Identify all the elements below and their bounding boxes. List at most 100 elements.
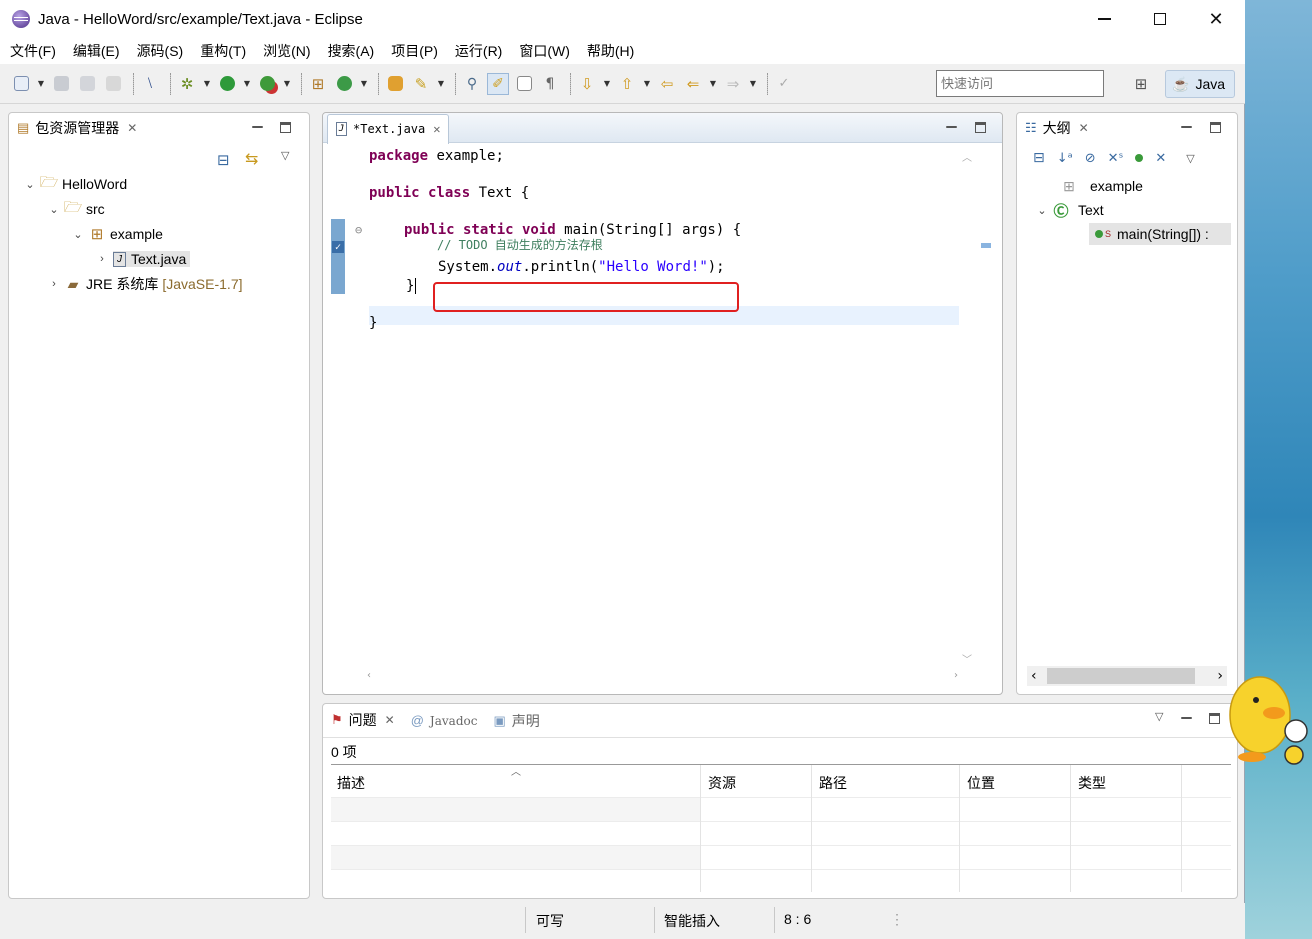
chevron-right-icon[interactable]: › — [47, 278, 61, 290]
run-dropdown-icon[interactable]: ▼ — [242, 73, 252, 95]
hide-local-types-icon[interactable]: ✕ — [1155, 151, 1166, 166]
previous-annotation-button[interactable]: ⇧ — [616, 73, 638, 95]
print-button[interactable] — [102, 73, 124, 95]
minimize-pane-button[interactable] — [250, 121, 264, 133]
sort-icon[interactable]: ↓ᵃ — [1057, 151, 1073, 166]
save-all-button[interactable] — [76, 73, 98, 95]
last-edit-button[interactable]: ⇦ — [656, 73, 678, 95]
scroll-up-icon[interactable]: ︿ — [962, 149, 972, 164]
tree-item-project[interactable]: ⌄ 🗁 HelloWord — [23, 173, 127, 195]
view-menu-icon[interactable]: ▽ — [1155, 710, 1163, 723]
save-button[interactable] — [50, 73, 72, 95]
external-tools-button[interactable] — [256, 73, 278, 95]
scroll-thumb[interactable] — [1047, 668, 1195, 684]
outline-item-package[interactable]: ⊞ example — [1061, 175, 1143, 197]
tree-item-file[interactable]: › J Text.java — [95, 248, 191, 270]
forward-dropdown-icon[interactable]: ▼ — [748, 73, 758, 95]
block-selection-button[interactable] — [513, 73, 535, 95]
back-dropdown-icon[interactable]: ▼ — [708, 73, 718, 95]
view-menu-icon[interactable]: ▽ — [1186, 152, 1194, 165]
problems-table[interactable]: 描述 ︿ 资源 路径 位置 类型 — [331, 764, 1231, 892]
minimize-button[interactable] — [1076, 0, 1132, 38]
scroll-down-icon[interactable]: ﹀ — [962, 651, 972, 666]
new-button[interactable] — [10, 73, 32, 95]
scroll-right-icon[interactable]: › — [954, 670, 958, 682]
mark-occurrences-button[interactable]: ✐ — [487, 72, 509, 95]
next-annotation-dropdown-icon[interactable]: ▼ — [602, 73, 612, 95]
menu-source[interactable]: 源码(S) — [137, 41, 184, 61]
close-tab-icon[interactable]: ✕ — [433, 122, 440, 136]
scroll-left-icon[interactable]: ‹ — [367, 670, 371, 682]
menu-help[interactable]: 帮助(H) — [587, 41, 634, 61]
skip-breakpoints-button[interactable]: ⧵ — [139, 73, 161, 95]
menu-refactor[interactable]: 重构(T) — [200, 41, 246, 61]
editor-vertical-scrollbar[interactable]: ︿ ﹀ — [962, 149, 974, 666]
tree-item-src[interactable]: ⌄ 🗁 src — [47, 198, 104, 220]
tab-javadoc[interactable]: @ Javadoc — [403, 707, 486, 735]
debug-dropdown-icon[interactable]: ▼ — [202, 73, 212, 95]
pin-editor-button[interactable]: ✓ — [773, 73, 795, 95]
tab-text-java[interactable]: J *Text.java ✕ — [327, 113, 450, 144]
close-button[interactable]: ✕ — [1188, 0, 1244, 38]
debug-button[interactable]: ✲ — [176, 73, 198, 95]
close-tab-icon[interactable]: ✕ — [127, 121, 137, 135]
hide-non-public-icon[interactable] — [1135, 154, 1144, 162]
maximize-pane-button[interactable] — [278, 121, 292, 133]
new-package-button[interactable]: ⊞ — [307, 73, 329, 95]
column-divider[interactable] — [811, 765, 812, 892]
fold-collapse-icon[interactable]: ⊖ — [355, 223, 362, 237]
column-divider[interactable] — [1181, 765, 1182, 892]
maximize-outline-button[interactable] — [1208, 121, 1222, 133]
tab-outline[interactable]: ☷ 大纲 ✕ — [1017, 114, 1097, 142]
java-perspective-button[interactable]: ☕ Java — [1165, 70, 1235, 98]
column-header-resource[interactable]: 资源 — [708, 773, 736, 793]
outline-horizontal-scrollbar[interactable]: ‹ › — [1027, 666, 1227, 686]
chevron-down-icon[interactable]: ⌄ — [1035, 204, 1049, 217]
column-divider[interactable] — [1070, 765, 1071, 892]
menu-navigate[interactable]: 浏览(N) — [263, 41, 310, 61]
task-marker-icon[interactable]: ✓ — [332, 241, 344, 253]
column-header-location[interactable]: 位置 — [967, 773, 995, 793]
collapse-all-icon[interactable]: ⊟ — [1033, 150, 1045, 166]
column-header-path[interactable]: 路径 — [819, 773, 847, 793]
close-tab-icon[interactable]: ✕ — [1079, 121, 1089, 135]
new-dropdown-icon[interactable]: ▼ — [36, 73, 46, 95]
column-divider[interactable] — [959, 765, 960, 892]
minimize-problems-button[interactable] — [1179, 712, 1193, 724]
run-button[interactable] — [216, 73, 238, 95]
open-perspective-button[interactable]: ⊞ — [1130, 73, 1152, 95]
chevron-down-icon[interactable]: ⌄ — [47, 203, 61, 216]
hide-static-icon[interactable]: ✕ˢ — [1108, 151, 1124, 166]
code-editor[interactable]: ✓ ⊖ package example; public class Text {… — [323, 143, 1002, 672]
column-header-type[interactable]: 类型 — [1078, 773, 1106, 793]
menu-run[interactable]: 运行(R) — [455, 41, 502, 61]
editor-horizontal-scrollbar[interactable]: ‹ › — [367, 670, 958, 682]
forward-button[interactable]: ⇒ — [722, 73, 744, 95]
scroll-left-icon[interactable]: ‹ — [1031, 668, 1037, 684]
minimize-outline-button[interactable] — [1179, 121, 1193, 133]
maximize-button[interactable] — [1132, 0, 1188, 38]
maximize-editor-button[interactable] — [973, 121, 987, 133]
next-annotation-button[interactable]: ⇩ — [576, 73, 598, 95]
view-menu-icon[interactable]: ▽ — [281, 149, 289, 162]
menu-edit[interactable]: 编辑(E) — [73, 41, 120, 61]
column-header-description[interactable]: 描述 — [337, 773, 365, 793]
search-dropdown-icon[interactable]: ▼ — [436, 73, 446, 95]
chevron-down-icon[interactable]: ⌄ — [23, 178, 37, 191]
hide-fields-icon[interactable]: ⊘ — [1085, 151, 1096, 166]
tab-problems[interactable]: ⚑ 问题 ✕ — [323, 707, 403, 735]
tab-package-explorer[interactable]: ▤ 包资源管理器 ✕ — [9, 114, 145, 142]
selected-file[interactable]: J Text.java — [113, 251, 191, 267]
collapse-all-icon[interactable]: ⊟ — [217, 151, 230, 169]
show-whitespace-button[interactable]: ¶ — [539, 73, 561, 95]
new-class-button[interactable] — [333, 73, 355, 95]
new-class-dropdown-icon[interactable]: ▼ — [359, 73, 369, 95]
tab-declaration[interactable]: ▣ 声明 — [485, 707, 547, 735]
link-with-editor-icon[interactable]: ⇆ — [245, 149, 258, 168]
column-divider[interactable] — [700, 765, 701, 892]
outline-item-class[interactable]: ⌄ Ⓒ Text — [1035, 199, 1103, 221]
minimize-editor-button[interactable] — [944, 121, 958, 133]
close-tab-icon[interactable]: ✕ — [385, 713, 395, 727]
previous-annotation-dropdown-icon[interactable]: ▼ — [642, 73, 652, 95]
menu-file[interactable]: 文件(F) — [10, 41, 56, 61]
